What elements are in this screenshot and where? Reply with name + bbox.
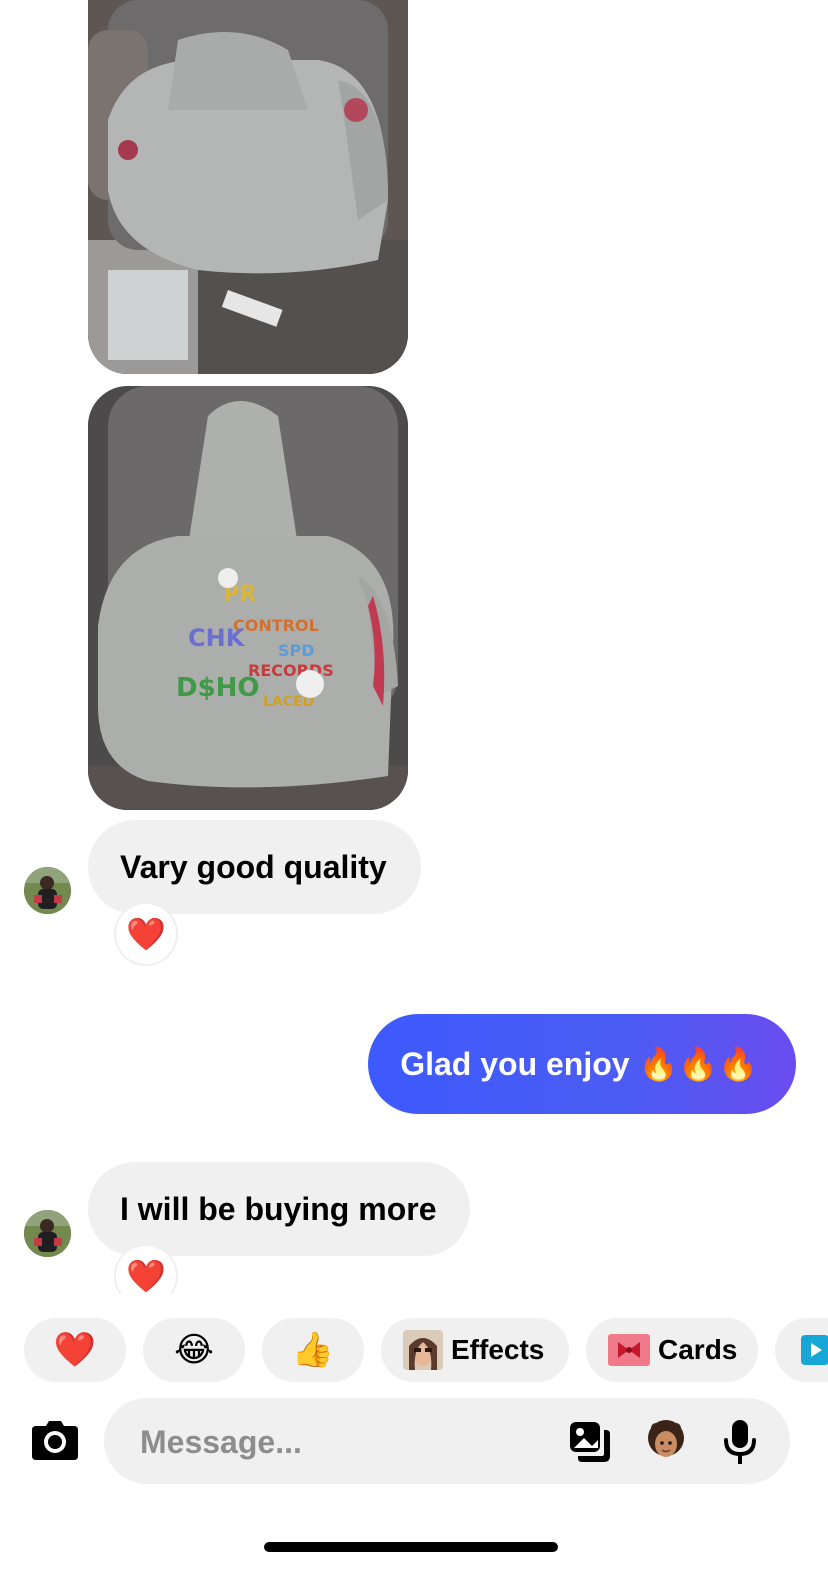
gallery-button[interactable] bbox=[568, 1420, 612, 1464]
sender-avatar[interactable] bbox=[24, 867, 71, 914]
voice-message-button[interactable] bbox=[722, 1418, 758, 1466]
camera-icon bbox=[32, 1421, 78, 1460]
sender-avatar[interactable] bbox=[24, 1210, 71, 1257]
home-indicator bbox=[264, 1542, 558, 1552]
microphone-icon bbox=[724, 1420, 756, 1464]
quick-heart-button[interactable]: ❤️ bbox=[24, 1318, 126, 1382]
cards-label: Cards bbox=[658, 1334, 738, 1365]
avatar-photo bbox=[24, 867, 71, 914]
message-composer bbox=[104, 1398, 790, 1486]
incoming-message-bubble[interactable]: Vary good quality bbox=[88, 820, 421, 914]
thumbs-up-icon: 👍 bbox=[291, 1331, 335, 1369]
heart-reaction-badge[interactable]: ❤️ bbox=[116, 904, 176, 964]
heart-icon: ❤️ bbox=[126, 1258, 166, 1294]
quick-laugh-button[interactable]: 😂 bbox=[143, 1318, 245, 1382]
laughing-face-icon: 😂 bbox=[174, 1331, 214, 1369]
svg-text:CONTROL: CONTROL bbox=[233, 616, 319, 635]
message-text: Vary good quality bbox=[120, 849, 387, 885]
cards-button[interactable]: Cards bbox=[586, 1318, 758, 1382]
hoodie-back-image: PR CONTROL CHK RECORDS D$HO LACED SPD bbox=[88, 386, 408, 810]
avatar-sticker-icon bbox=[648, 1420, 684, 1457]
avatar-sticker-button[interactable] bbox=[644, 1418, 688, 1462]
play-icon bbox=[801, 1335, 828, 1365]
message-text: Glad you enjoy 🔥🔥🔥 bbox=[400, 1046, 758, 1082]
heart-icon: ❤️ bbox=[126, 916, 166, 952]
quick-thumbs-up-button[interactable]: 👍 bbox=[262, 1318, 364, 1382]
svg-text:CHK: CHK bbox=[188, 624, 246, 652]
incoming-message-bubble[interactable]: I will be buying more bbox=[88, 1162, 471, 1256]
effects-button[interactable]: Effects bbox=[381, 1318, 569, 1382]
effects-icon bbox=[403, 1330, 443, 1370]
heart-icon: ❤️ bbox=[53, 1331, 97, 1369]
message-text: I will be buying more bbox=[120, 1191, 437, 1227]
message-input[interactable] bbox=[138, 1398, 542, 1486]
svg-text:D$HO: D$HO bbox=[176, 673, 260, 703]
chat-bottom-mask bbox=[0, 1294, 828, 1314]
hoodie-front-image bbox=[88, 0, 408, 374]
gallery-icon bbox=[570, 1422, 610, 1462]
shared-photo-hoodie-back[interactable]: PR CONTROL CHK RECORDS D$HO LACED SPD bbox=[88, 386, 408, 810]
avatar-photo bbox=[24, 1210, 71, 1257]
quick-actions-bar: ❤️ 😂 👍 Effects Cards bbox=[0, 1318, 828, 1382]
outgoing-message-bubble[interactable]: Glad you enjoy 🔥🔥🔥 bbox=[368, 1014, 796, 1114]
more-actions-button[interactable] bbox=[775, 1318, 828, 1382]
effects-label: Effects bbox=[451, 1334, 545, 1365]
gift-card-icon bbox=[608, 1334, 650, 1366]
svg-text:SPD: SPD bbox=[278, 641, 315, 660]
camera-button[interactable] bbox=[30, 1418, 80, 1462]
shared-photo-hoodie-front[interactable] bbox=[88, 0, 408, 374]
